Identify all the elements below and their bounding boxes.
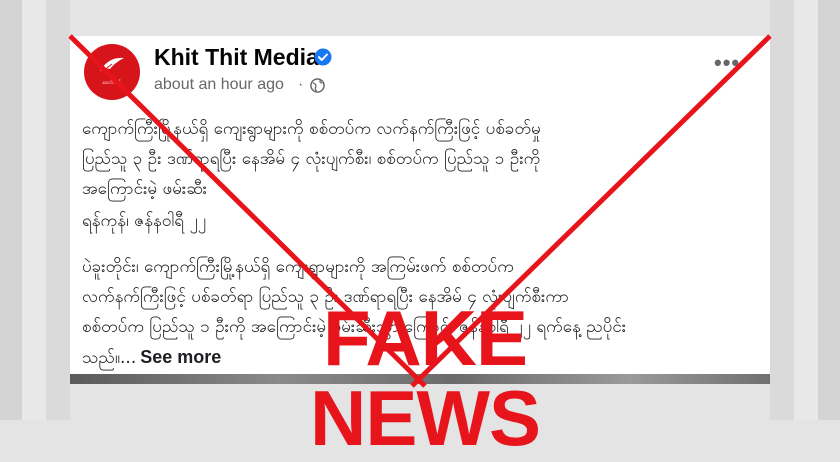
body-line: လက်နက်ကြီးဖြင့် ပစ်ခတ်ရာ ပြည်သူ ၃ ဦး ဒဏ်… bbox=[82, 287, 569, 307]
headline-line: ကျောက်ကြီးမြို့နယ်ရှိ ကျေးရွာများကို စစ်… bbox=[82, 119, 541, 139]
body-line-last: သည်။... See more bbox=[82, 342, 762, 373]
background-stripes-right bbox=[770, 0, 840, 420]
body-line: စစ်တပ်က ပြည်သူ ၁ ဦးကို အကြောင်းမဲ့ ဖမ်းဆ… bbox=[82, 317, 627, 337]
verified-badge-icon bbox=[314, 48, 332, 66]
image-preview-strip bbox=[70, 374, 770, 384]
page-avatar[interactable]: ခေတ်သစ် bbox=[84, 44, 140, 100]
post-headline: ကျောက်ကြီးမြို့နယ်ရှိ ကျေးရွာများကို စစ်… bbox=[82, 114, 762, 204]
post-body: ပဲခူးတိုင်း၊ ကျောက်ကြီးမြို့နယ်ရှိ ကျေးရ… bbox=[82, 252, 762, 373]
avatar-caption: ခေတ်သစ် bbox=[102, 80, 122, 86]
see-more-link[interactable]: See more bbox=[140, 347, 221, 367]
meta-separator: · bbox=[298, 76, 304, 93]
facebook-post-card: ခေတ်သစ် Khit Thit Media about an hour ag… bbox=[70, 36, 770, 384]
background-stripes-left bbox=[0, 0, 70, 420]
headline-line: အကြောင်းမဲ့ ဖမ်းဆီး bbox=[82, 179, 208, 199]
more-options-button[interactable]: ••• bbox=[714, 52, 740, 74]
public-globe-icon bbox=[310, 78, 325, 93]
body-ellipsis-text: သည်။... bbox=[82, 348, 137, 368]
post-timestamp-link[interactable]: about an hour ago bbox=[154, 74, 284, 96]
feather-logo-icon bbox=[100, 57, 124, 73]
page-name-link[interactable]: Khit Thit Media bbox=[154, 42, 319, 72]
dateline-text: ရန်ကုန်၊ ဇန်နဝါရီ ၂၂ bbox=[82, 211, 207, 231]
post-dateline: ရန်ကုန်၊ ဇန်နဝါရီ ၂၂ bbox=[82, 206, 762, 236]
body-line: ပဲခူးတိုင်း၊ ကျောက်ကြီးမြို့နယ်ရှိ ကျေးရ… bbox=[82, 257, 514, 277]
headline-line: ပြည်သူ ၃ ဦး ဒဏ်ရာရပြီး နေအိမ် ၄ လုံးပျက်… bbox=[82, 149, 541, 169]
